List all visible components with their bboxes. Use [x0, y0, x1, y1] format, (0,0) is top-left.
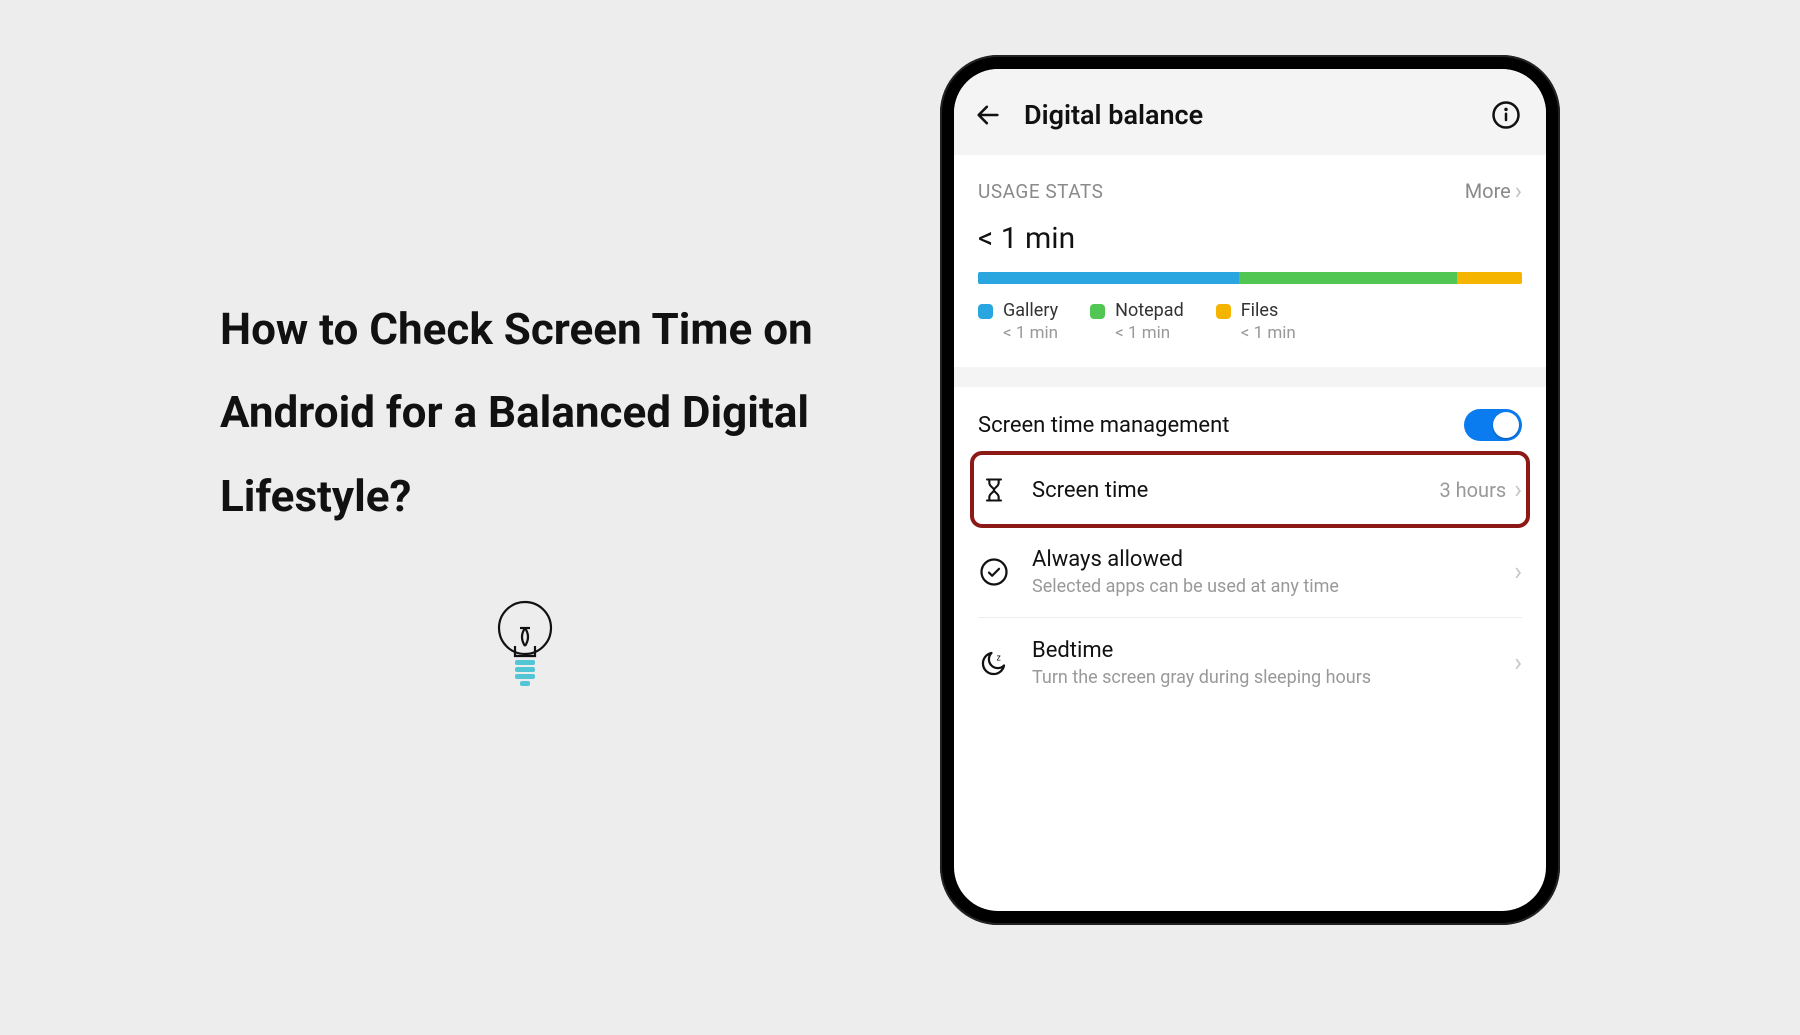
- row-label: Always allowed: [1032, 547, 1514, 572]
- chevron-right-icon: ›: [1514, 475, 1522, 505]
- chevron-right-icon: ›: [1515, 177, 1522, 205]
- usage-bar-segment: [978, 272, 1239, 284]
- usage-bar: [978, 272, 1522, 284]
- management-toggle[interactable]: [1464, 409, 1522, 441]
- info-icon: [1491, 100, 1521, 130]
- legend-item: Files < 1 min: [1216, 300, 1296, 343]
- info-button[interactable]: [1488, 97, 1524, 133]
- row-sub: Turn the screen gray during sleeping hou…: [1032, 667, 1514, 688]
- svg-text:z: z: [997, 654, 1002, 664]
- usage-legend: Gallery < 1 min Notepad < 1 min Files < …: [978, 300, 1522, 343]
- legend-name: Notepad: [1115, 300, 1184, 321]
- back-button[interactable]: [970, 97, 1006, 133]
- legend-name: Gallery: [1003, 300, 1058, 321]
- row-label: Screen time: [1032, 478, 1439, 503]
- legend-name: Files: [1241, 300, 1296, 321]
- moon-icon: z: [979, 648, 1009, 678]
- section-gap: [954, 367, 1546, 387]
- row-bedtime[interactable]: z Bedtime Turn the screen gray during sl…: [978, 617, 1522, 708]
- usage-total: < 1 min: [978, 221, 1522, 256]
- more-link[interactable]: More: [1465, 179, 1511, 203]
- row-value: 3 hours: [1439, 478, 1506, 502]
- screen-header: Digital balance: [954, 69, 1546, 155]
- check-circle-icon: [979, 557, 1009, 587]
- chevron-right-icon: ›: [1514, 648, 1522, 678]
- legend-swatch: [1090, 304, 1105, 319]
- usage-stats-card: USAGE STATS More › < 1 min Gallery < 1 m…: [954, 155, 1546, 367]
- usage-bar-segment: [1239, 272, 1457, 284]
- management-title: Screen time management: [978, 413, 1464, 438]
- chevron-right-icon: ›: [1514, 557, 1522, 587]
- screen-title: Digital balance: [1024, 99, 1488, 131]
- legend-item: Notepad < 1 min: [1090, 300, 1184, 343]
- legend-swatch: [978, 304, 993, 319]
- legend-sub: < 1 min: [1003, 323, 1058, 343]
- lightbulb-icon: [220, 598, 910, 692]
- row-screen-time[interactable]: Screen time 3 hours ›: [974, 455, 1526, 524]
- phone-screen: Digital balance USAGE STATS More ›: [954, 69, 1546, 911]
- row-sub: Selected apps can be used at any time: [1032, 576, 1514, 597]
- section-label: USAGE STATS: [978, 180, 1103, 203]
- hourglass-icon: [980, 476, 1008, 504]
- arrow-left-icon: [974, 101, 1002, 129]
- usage-bar-segment: [1457, 272, 1522, 284]
- row-always-allowed[interactable]: Always allowed Selected apps can be used…: [978, 526, 1522, 617]
- hero-left: How to Check Screen Time on Android for …: [160, 288, 940, 693]
- legend-item: Gallery < 1 min: [978, 300, 1058, 343]
- legend-sub: < 1 min: [1115, 323, 1184, 343]
- phone-frame: Digital balance USAGE STATS More ›: [940, 55, 1560, 925]
- legend-swatch: [1216, 304, 1231, 319]
- hero-headline: How to Check Screen Time on Android for …: [220, 288, 910, 539]
- row-label: Bedtime: [1032, 638, 1514, 663]
- legend-sub: < 1 min: [1241, 323, 1296, 343]
- management-section: Screen time management Screen time 3 hou…: [954, 387, 1546, 708]
